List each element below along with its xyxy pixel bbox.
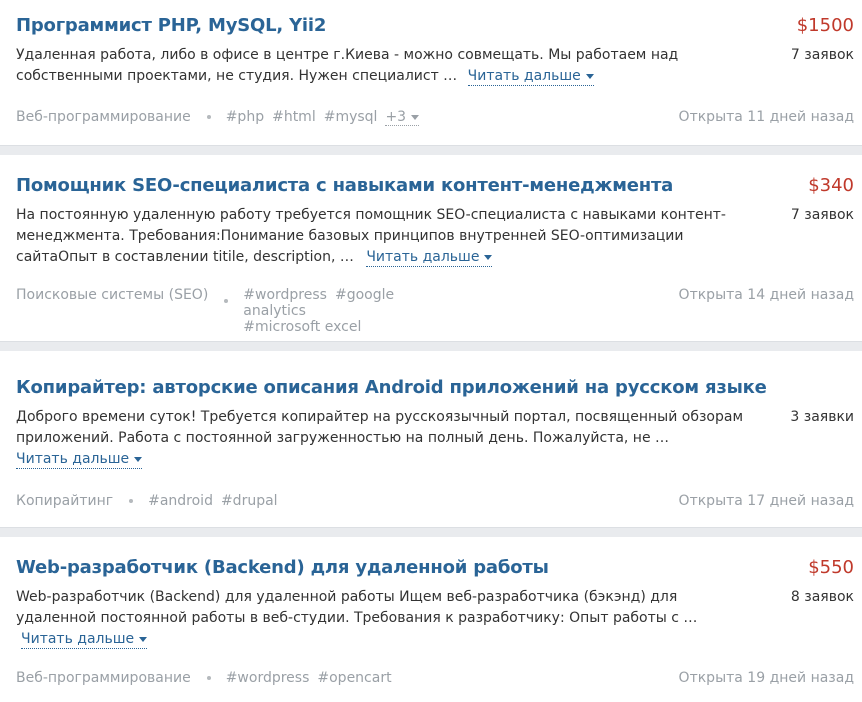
job-bids-count: 3 заявки <box>790 409 854 425</box>
more-tags-toggle[interactable]: +3 <box>385 109 420 126</box>
tag-list: #wordpress #google analytics #microsoft ex… <box>243 287 458 335</box>
tag[interactable]: #php <box>226 109 264 125</box>
job-description: На постоянную удаленную работу требуется… <box>16 205 726 268</box>
tag[interactable]: #opencart <box>317 670 391 686</box>
tag[interactable]: #microsoft excel <box>243 319 361 335</box>
read-more-link[interactable]: Читать дальше <box>21 631 148 649</box>
job-card: Копирайтер: авторские описания Android п… <box>0 351 862 528</box>
description-line: удаленной постоянной работы в веб-студии… <box>16 610 698 626</box>
caret-down-icon <box>585 73 594 79</box>
description-line: сайтаОпыт в составлении titile, descript… <box>16 249 354 265</box>
more-tags-label: +3 <box>385 109 407 125</box>
job-bids-count: 8 заявок <box>790 589 854 605</box>
caret-down-icon <box>411 114 420 120</box>
job-opened-date: Открыта 14 дней назад <box>678 287 854 303</box>
tag[interactable]: #android <box>148 493 213 509</box>
job-meta: Копирайтинг #android #drupal <box>16 493 286 509</box>
separator-dot <box>206 115 211 119</box>
job-description: Web-разработчик (Backend) для удаленной … <box>16 587 697 650</box>
card-separator <box>0 146 862 155</box>
job-card: Помощник SEO-специалиста с навыками конт… <box>0 155 862 342</box>
job-card: Программист PHP, MySQL, Yii2 $1500 7 зая… <box>0 0 862 146</box>
job-title[interactable]: Web-разработчик (Backend) для удаленной … <box>16 557 549 578</box>
caret-down-icon <box>134 456 143 462</box>
job-category[interactable]: Поисковые системы (SEO) <box>16 287 208 303</box>
read-more-label: Читать дальше <box>16 451 130 467</box>
job-category[interactable]: Копирайтинг <box>16 493 113 509</box>
job-price: $550 <box>808 557 854 578</box>
tag[interactable]: #wordpress <box>226 670 310 686</box>
job-meta: Веб-программирование #wordpress #opencart <box>16 670 400 686</box>
job-price: $340 <box>808 175 854 196</box>
job-price: $1500 <box>796 15 854 36</box>
job-title[interactable]: Помощник SEO-специалиста с навыками конт… <box>16 175 673 196</box>
job-card: Web-разработчик (Backend) для удаленной … <box>0 537 862 702</box>
read-more-label: Читать дальше <box>21 631 135 647</box>
job-meta: Веб-программирование #php #html #mysql +3 <box>16 109 420 126</box>
read-more-label: Читать дальше <box>366 249 480 265</box>
job-description: Удаленная работа, либо в офисе в центре … <box>16 45 678 87</box>
read-more-link[interactable]: Читать дальше <box>467 68 594 86</box>
read-more-link[interactable]: Читать дальше <box>16 451 143 469</box>
separator-dot <box>224 299 229 303</box>
description-line: приложений. Работа с постоянной загружен… <box>16 430 670 446</box>
tag[interactable]: #html <box>272 109 316 125</box>
read-more-label: Читать дальше <box>467 68 581 84</box>
description-line: собственными проектами, не студия. Нужен… <box>16 68 458 84</box>
description-line: Удаленная работа, либо в офисе в центре … <box>16 47 679 63</box>
job-meta: Поисковые системы (SEO) #wordpress #google… <box>16 287 458 335</box>
job-bids-count: 7 заявок <box>790 47 854 63</box>
job-category[interactable]: Веб-программирование <box>16 670 191 686</box>
caret-down-icon <box>139 636 148 642</box>
caret-down-icon <box>484 254 493 260</box>
tag[interactable]: #mysql <box>324 109 378 125</box>
job-list: Программист PHP, MySQL, Yii2 $1500 7 зая… <box>0 0 862 702</box>
job-title[interactable]: Программист PHP, MySQL, Yii2 <box>16 15 326 36</box>
description-line: Доброго времени суток! Требуется копирай… <box>16 409 744 425</box>
tag[interactable]: #drupal <box>221 493 278 509</box>
description-line: менеджмента. Требования:Понимание базовы… <box>16 228 684 244</box>
job-opened-date: Открыта 11 дней назад <box>678 109 854 125</box>
separator-dot <box>206 676 211 680</box>
description-line: На постоянную удаленную работу требуется… <box>16 207 726 223</box>
job-opened-date: Открыта 17 дней назад <box>678 493 854 509</box>
description-line: Web-разработчик (Backend) для удаленной … <box>16 589 678 605</box>
tag[interactable]: #wordpress <box>243 287 327 303</box>
job-bids-count: 7 заявок <box>790 207 854 223</box>
job-description: Доброго времени суток! Требуется копирай… <box>16 407 743 470</box>
read-more-link[interactable]: Читать дальше <box>366 249 493 267</box>
job-opened-date: Открыта 19 дней назад <box>678 670 854 686</box>
job-category[interactable]: Веб-программирование <box>16 109 191 125</box>
card-separator <box>0 342 862 351</box>
job-title[interactable]: Копирайтер: авторские описания Android п… <box>16 377 767 398</box>
separator-dot <box>129 499 134 503</box>
card-separator <box>0 528 862 537</box>
